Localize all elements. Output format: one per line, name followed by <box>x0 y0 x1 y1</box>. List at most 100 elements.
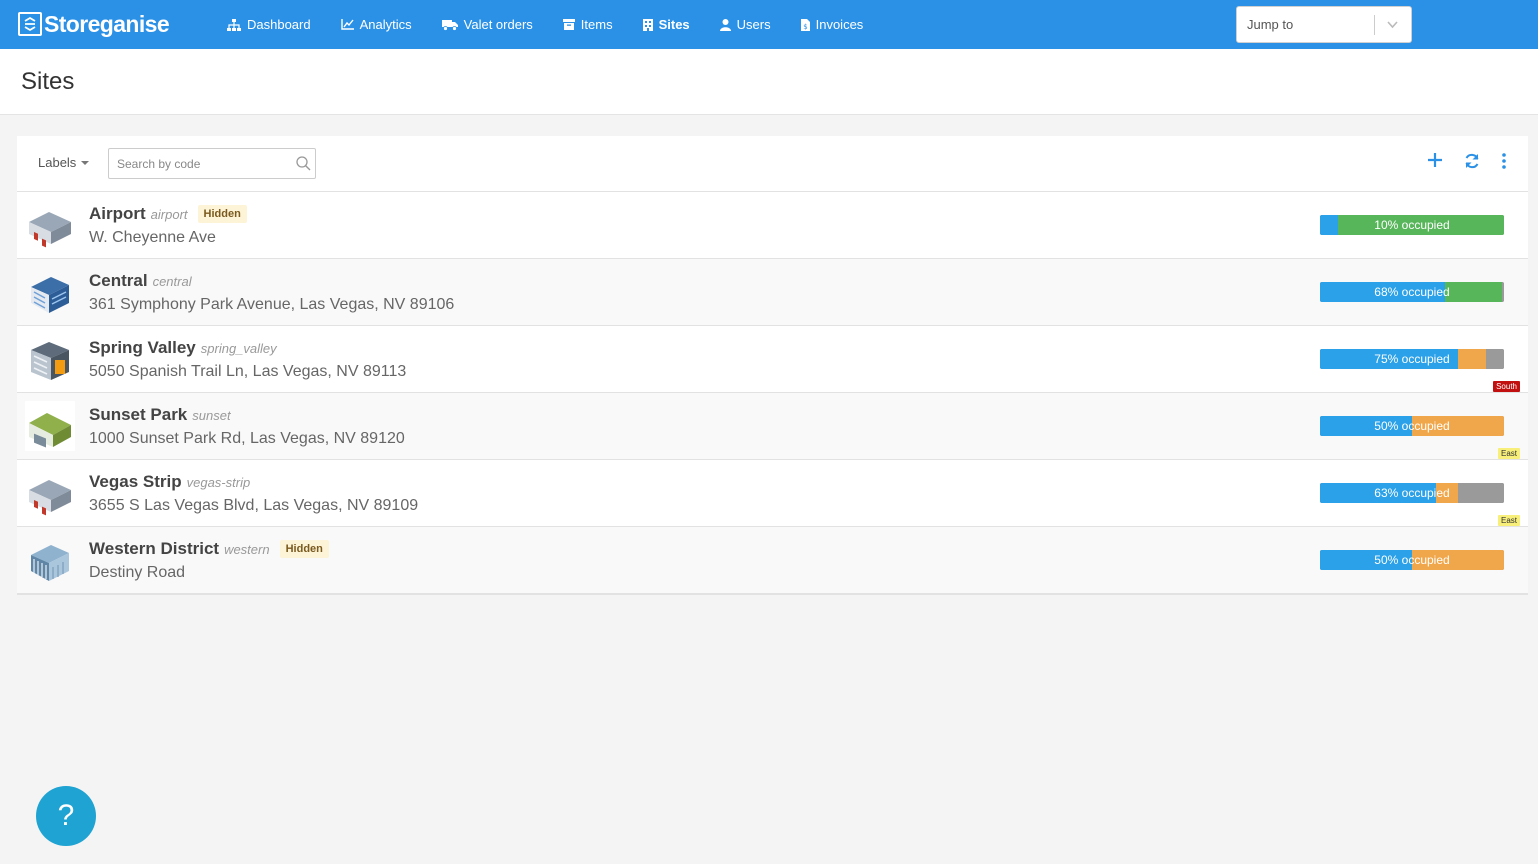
more-vertical-icon[interactable] <box>1502 153 1506 169</box>
sites-panel: Labels Airport <box>17 136 1528 595</box>
warehouse-thumbnail-icon <box>25 200 75 250</box>
archive-icon <box>562 19 575 30</box>
occupancy-bar: 10% occupied <box>1320 215 1504 235</box>
sites-toolbar: Labels <box>17 136 1528 192</box>
sites-list: Airport airport Hidden W. Cheyenne Ave 1… <box>17 192 1528 594</box>
truck-icon <box>441 19 458 31</box>
page-header: Sites <box>0 49 1538 115</box>
labels-button-label: Labels <box>38 155 77 170</box>
occupancy-label: 50% occupied <box>1374 419 1450 433</box>
site-row[interactable]: Spring Valley spring_valley 5050 Spanish… <box>17 326 1528 393</box>
nav-item-sites[interactable]: Sites <box>642 0 690 49</box>
site-name[interactable]: Western District <box>89 539 219 559</box>
logo[interactable]: Storeganise <box>18 11 170 37</box>
jump-to-placeholder: Jump to <box>1247 17 1294 32</box>
jump-to-select[interactable]: Jump to <box>1236 6 1412 43</box>
site-name[interactable]: Vegas Strip <box>89 472 182 492</box>
site-row[interactable]: Sunset Park sunset 1000 Sunset Park Rd, … <box>17 393 1528 460</box>
site-name[interactable]: Airport <box>89 204 146 224</box>
site-name[interactable]: Central <box>89 271 148 291</box>
site-name[interactable]: Sunset Park <box>89 405 187 425</box>
site-code: western <box>224 542 270 557</box>
search-icon[interactable] <box>296 156 311 176</box>
refresh-icon[interactable] <box>1464 153 1480 169</box>
nav-item-items[interactable]: Items <box>562 0 613 49</box>
occupancy-label: 50% occupied <box>1374 553 1450 567</box>
site-row[interactable]: Central central 361 Symphony Park Avenue… <box>17 259 1528 326</box>
help-button[interactable]: ? <box>36 786 96 846</box>
nav-item-label: Analytics <box>359 17 412 32</box>
occupancy-bar: 50% occupied <box>1320 416 1504 436</box>
site-title-line: Western District western Hidden <box>89 539 329 560</box>
chevron-down-icon[interactable] <box>1386 18 1399 36</box>
site-code: central <box>152 274 192 289</box>
glass-building-thumbnail-icon <box>25 334 75 384</box>
nav-item-invoices[interactable]: $ Invoices <box>800 0 864 49</box>
site-address: 1000 Sunset Park Rd, Las Vegas, NV 89120 <box>89 430 405 447</box>
site-title-line: Sunset Park sunset <box>89 405 231 425</box>
nav-item-label: Users <box>736 17 771 32</box>
top-navbar: Storeganise Dashboard Analytics Valet or… <box>0 0 1538 49</box>
occupancy-label: 68% occupied <box>1374 285 1450 299</box>
plus-icon[interactable] <box>1428 153 1442 169</box>
site-title-line: Spring Valley spring_valley <box>89 338 277 358</box>
site-title-line: Vegas Strip vegas-strip <box>89 472 250 492</box>
search-input[interactable] <box>109 149 289 178</box>
nav-item-valet-orders[interactable]: Valet orders <box>441 0 533 49</box>
site-code: vegas-strip <box>186 475 251 490</box>
site-code: spring_valley <box>200 341 277 356</box>
site-title-line: Central central <box>89 271 192 291</box>
site-code: sunset <box>192 408 231 423</box>
site-address: W. Cheyenne Ave <box>89 229 216 246</box>
jump-to-separator <box>1374 15 1375 35</box>
region-label: East <box>1497 515 1520 526</box>
logo-icon <box>18 12 42 36</box>
site-address: Destiny Road <box>89 564 186 581</box>
nav-item-label: Invoices <box>815 17 864 32</box>
page-title: Sites <box>21 68 75 95</box>
site-row[interactable]: Airport airport Hidden W. Cheyenne Ave 1… <box>17 192 1528 259</box>
main-nav: Dashboard Analytics Valet orders Items S… <box>227 0 893 49</box>
site-title-line: Airport airport Hidden <box>89 204 247 225</box>
logo-text: Storeganise <box>44 11 170 37</box>
occupancy-bar: 75% occupied <box>1320 349 1504 369</box>
occupancy-bar: 63% occupied <box>1320 483 1504 503</box>
region-label: East <box>1497 448 1520 459</box>
occupancy-bar: 50% occupied <box>1320 550 1504 570</box>
hidden-badge: Hidden <box>197 205 247 223</box>
site-row[interactable]: Western District western Hidden Destiny … <box>17 527 1528 594</box>
svg-text:$: $ <box>803 23 807 31</box>
hangar-thumbnail-icon <box>25 401 75 451</box>
site-address: 5050 Spanish Trail Ln, Las Vegas, NV 891… <box>89 363 407 380</box>
nav-item-label: Valet orders <box>463 17 533 32</box>
user-icon <box>719 18 731 31</box>
nav-item-label: Sites <box>658 17 690 32</box>
toolbar-actions <box>1428 153 1506 169</box>
region-label: South <box>1493 381 1520 392</box>
nav-item-label: Dashboard <box>247 17 311 32</box>
occupancy-label: 10% occupied <box>1374 218 1450 232</box>
invoice-icon: $ <box>800 18 810 31</box>
nav-item-dashboard[interactable]: Dashboard <box>227 0 311 49</box>
building-icon <box>642 18 653 31</box>
site-address: 3655 S Las Vegas Blvd, Las Vegas, NV 891… <box>89 497 419 514</box>
site-address: 361 Symphony Park Avenue, Las Vegas, NV … <box>89 296 455 313</box>
site-name[interactable]: Spring Valley <box>89 338 196 358</box>
warehouse-thumbnail-icon <box>25 468 75 518</box>
search-box <box>108 148 316 179</box>
nav-item-users[interactable]: Users <box>719 0 771 49</box>
occupancy-label: 75% occupied <box>1374 352 1450 366</box>
caret-down-icon <box>81 160 90 165</box>
labels-dropdown-button[interactable]: Labels <box>38 155 90 170</box>
nav-item-label: Items <box>580 17 613 32</box>
line-chart-icon <box>340 19 354 30</box>
occupancy-bar: 68% occupied <box>1320 282 1504 302</box>
nav-item-analytics[interactable]: Analytics <box>340 0 412 49</box>
office-building-thumbnail-icon <box>25 267 75 317</box>
site-row[interactable]: Vegas Strip vegas-strip 3655 S Las Vegas… <box>17 460 1528 527</box>
occupancy-label: 63% occupied <box>1374 486 1450 500</box>
storage-shed-thumbnail-icon <box>25 535 75 585</box>
site-code: airport <box>150 207 188 222</box>
sitemap-icon <box>227 18 241 31</box>
hidden-badge: Hidden <box>279 540 329 558</box>
